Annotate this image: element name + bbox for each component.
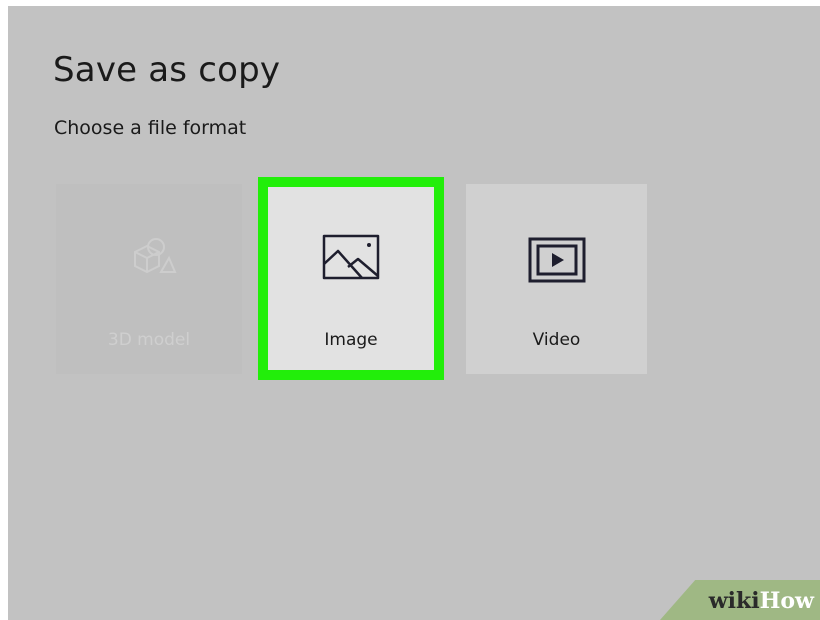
watermark-wiki: wiki <box>708 588 760 614</box>
format-label: Image <box>324 330 378 350</box>
image-icon <box>322 234 380 284</box>
watermark-how: How <box>759 588 814 614</box>
3d-shapes-icon <box>121 232 177 284</box>
dialog-subtitle: Choose a file format <box>54 117 247 139</box>
format-video-tile[interactable]: Video <box>466 184 647 374</box>
format-3d-model-tile: 3D model <box>56 184 242 374</box>
save-as-copy-dialog: Save as copy Choose a file format 3D mod… <box>8 6 820 620</box>
dialog-title: Save as copy <box>53 50 281 90</box>
video-icon <box>528 237 586 287</box>
format-label: 3D model <box>107 330 191 350</box>
watermark-text: wikiHow <box>709 588 814 614</box>
format-image-tile[interactable]: Image <box>258 177 444 380</box>
format-label: Video <box>532 330 581 350</box>
